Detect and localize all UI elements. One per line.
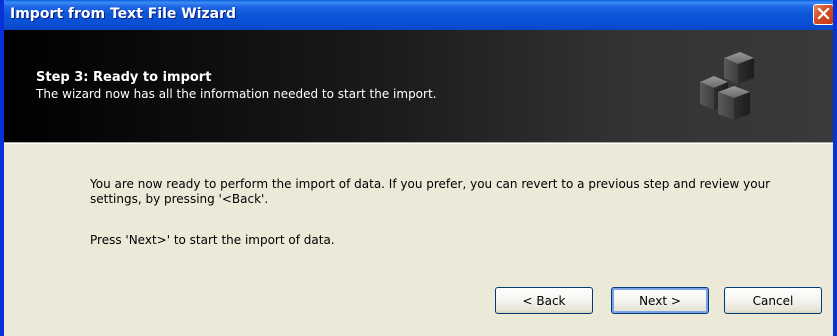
wizard-header: Step 3: Ready to import The wizard now h… [4,30,833,144]
title-bar[interactable]: Import from Text File Wizard [4,0,833,30]
step-title: Step 3: Ready to import [36,70,212,85]
wizard-window: Import from Text File Wizard Step 3: Rea… [0,0,837,336]
info-paragraph: You are now ready to perform the import … [90,177,771,206]
next-button[interactable]: Next > [611,287,709,314]
instruction-paragraph: Press 'Next>' to start the import of dat… [90,233,335,247]
cancel-button[interactable]: Cancel [724,287,822,314]
window-title: Import from Text File Wizard [10,6,237,22]
cubes-icon [694,42,758,130]
step-description: The wizard now has all the information n… [36,87,437,101]
header-divider [4,142,833,144]
close-button[interactable] [813,4,833,25]
close-icon [817,5,830,24]
back-button[interactable]: < Back [495,287,593,314]
